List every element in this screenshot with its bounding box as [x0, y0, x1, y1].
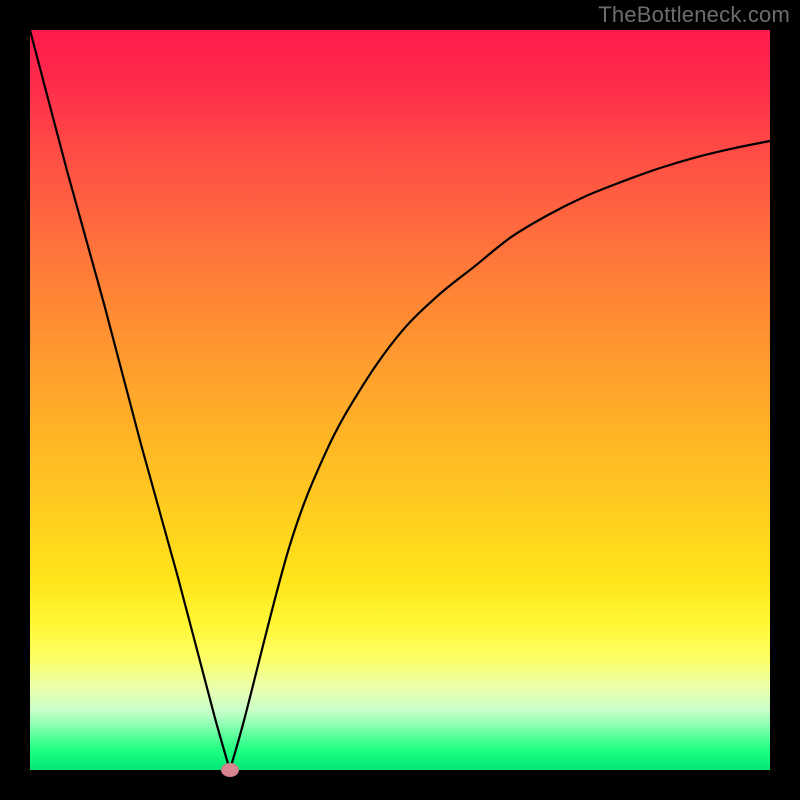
- bottleneck-curve: [30, 30, 770, 770]
- plot-area: [30, 30, 770, 770]
- chart-frame: TheBottleneck.com: [0, 0, 800, 800]
- optimum-marker: [221, 763, 239, 777]
- watermark-text: TheBottleneck.com: [598, 2, 790, 28]
